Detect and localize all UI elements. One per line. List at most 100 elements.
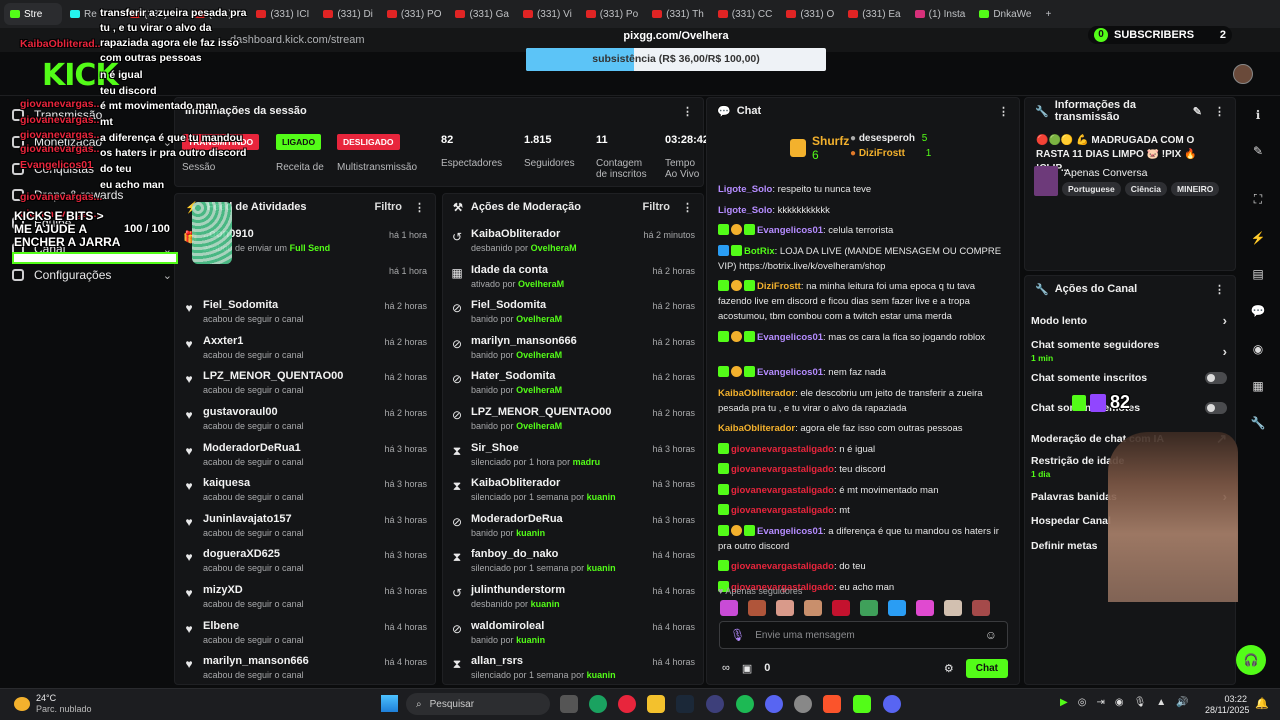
- list-item[interactable]: ⊘ Fiel_Sodomita banido por OvelheraM há 2 h…: [451, 299, 695, 333]
- emote[interactable]: [916, 600, 934, 616]
- brave-icon[interactable]: [823, 695, 841, 713]
- username[interactable]: marilyn_manson666: [203, 655, 309, 667]
- username[interactable]: Sir_Shoe: [471, 442, 600, 454]
- moderator-name[interactable]: OvelheraM: [516, 350, 562, 360]
- list-item[interactable]: ⧗ Sir_Shoe silenciado por 1 hora por madru…: [451, 442, 695, 476]
- channel-action[interactable]: Chat somente inscritos: [1031, 372, 1227, 384]
- chevron-right-icon[interactable]: ›: [1223, 344, 1227, 359]
- chat-username[interactable]: giovanevargastaligado: [731, 505, 834, 516]
- chat-username[interactable]: giovanevargastaligado: [731, 561, 834, 572]
- tab-youtube[interactable]: (331) Vi: [517, 3, 578, 25]
- list-item[interactable]: ♥ dogueraXD625 acabou de seguir o canal há …: [183, 548, 427, 582]
- chat-bubble-icon[interactable]: 💬: [1247, 300, 1269, 322]
- discord-icon[interactable]: [883, 695, 901, 713]
- play-icon[interactable]: ▶: [1060, 697, 1068, 708]
- tab-youtube[interactable]: (331) Ga: [449, 3, 514, 25]
- fullscreen-icon[interactable]: ⛶: [1247, 188, 1269, 210]
- username[interactable]: allan_rsrs: [471, 655, 616, 667]
- broadcast-icon[interactable]: ◉: [1247, 338, 1269, 360]
- info-icon[interactable]: ℹ: [1247, 104, 1269, 126]
- mic-icon[interactable]: 🎙: [1134, 697, 1147, 708]
- list-item[interactable]: ♥ gustavoraul00 acabou de seguir o canal há…: [183, 406, 427, 440]
- category-name[interactable]: Apenas Conversa: [1064, 167, 1147, 179]
- list-item[interactable]: ▦ Idade da conta ativado por OvelheraM há 2…: [451, 264, 695, 298]
- wrench-icon[interactable]: 🔧: [1247, 412, 1269, 434]
- tag[interactable]: Ciência: [1124, 182, 1168, 196]
- username[interactable]: KaibaObliterador: [471, 477, 616, 489]
- username[interactable]: kaiquesa: [203, 477, 304, 489]
- emote[interactable]: [748, 600, 766, 616]
- list-item[interactable]: ♥ Fiel_Sodomita acabou de seguir o canal há…: [183, 299, 427, 333]
- tab-kick[interactable]: Stre: [4, 3, 62, 25]
- moderator-name[interactable]: kuanin: [587, 670, 616, 680]
- menu-icon[interactable]: ⋮: [682, 105, 693, 118]
- chat-username[interactable]: Evangelicos01: [757, 332, 823, 343]
- moderator-name[interactable]: OvelheraM: [516, 421, 562, 431]
- list-item[interactable]: ♥ Elbene acabou de seguir o canal há 4 hora…: [183, 620, 427, 654]
- tab-youtube[interactable]: (331) PO: [381, 3, 448, 25]
- mic-icon[interactable]: 🎙: [730, 628, 745, 642]
- chat-username[interactable]: Evangelicos01: [757, 526, 823, 537]
- help-button[interactable]: 🎧: [1236, 645, 1266, 675]
- filter-button[interactable]: Filtro: [375, 201, 403, 213]
- moderator-name[interactable]: kuanin: [516, 635, 545, 645]
- chat-input[interactable]: 🎙 Envie uma mensagem ☺: [719, 621, 1008, 649]
- chat-send-button[interactable]: Chat: [965, 658, 1008, 678]
- username[interactable]: Idade da conta: [471, 264, 564, 276]
- username[interactable]: fanboy_do_nako: [471, 548, 616, 560]
- menu-icon[interactable]: ⋮: [1214, 105, 1225, 118]
- infinity-icon[interactable]: ∞: [722, 662, 730, 674]
- list-item[interactable]: ⧗ fanboy_do_nako silenciado por 1 semana p…: [451, 548, 695, 582]
- username[interactable]: Fiel_Sodomita: [203, 299, 304, 311]
- username[interactable]: dogueraXD625: [203, 548, 304, 560]
- emote[interactable]: [832, 600, 850, 616]
- list-item[interactable]: ⧗ allan_rsrs silenciado por 1 semana por k…: [451, 655, 695, 684]
- toggle-switch[interactable]: [1205, 372, 1227, 384]
- layout-icon[interactable]: ▦: [1247, 375, 1269, 397]
- username[interactable]: Juninlavajato157: [203, 513, 304, 525]
- emote[interactable]: [944, 600, 962, 616]
- username[interactable]: Axxter1: [203, 335, 304, 347]
- emote[interactable]: [804, 600, 822, 616]
- chat-message[interactable]: KaibaObliterador: agora ele faz isso com…: [718, 421, 1008, 436]
- tag[interactable]: Portuguese: [1062, 182, 1121, 196]
- list-item[interactable]: ♥ LPZ_MENOR_QUENTAO00 acabou de seguir o c…: [183, 370, 427, 404]
- document-icon[interactable]: ▤: [1247, 263, 1269, 285]
- chat-message[interactable]: BotRix: LOJA DA LIVE (MANDE MENSAGEM OU …: [718, 244, 1008, 274]
- tab-instagram[interactable]: (1) Insta: [909, 3, 972, 25]
- menu-icon[interactable]: ⋮: [414, 201, 425, 214]
- username[interactable]: marilyn_manson666: [471, 335, 577, 347]
- filter-button[interactable]: Filtro: [643, 201, 671, 213]
- list-item[interactable]: ⊘ ModeradorDeRua banido por kuanin há 3 hor…: [451, 513, 695, 547]
- points-icon[interactable]: ▣: [742, 662, 752, 675]
- menu-icon[interactable]: ⋮: [1214, 283, 1225, 296]
- moderator-name[interactable]: madru: [573, 457, 601, 467]
- list-item[interactable]: ⊘ Hater_Sodomita banido por OvelheraM há 2 …: [451, 370, 695, 404]
- list-item[interactable]: ↺ julinthunderstorm desbanido por kuanin há…: [451, 584, 695, 618]
- emoji-icon[interactable]: ☺: [985, 628, 997, 642]
- chat-message[interactable]: giovanevargastaligado: teu discord: [718, 462, 1008, 477]
- username[interactable]: ModeradorDeRua1: [203, 442, 304, 454]
- list-item[interactable]: ♥ mizyXD acabou de seguir o canal há 3 hora…: [183, 584, 427, 618]
- moderator-name[interactable]: OvelheraM: [516, 385, 562, 395]
- username[interactable]: KaibaObliterador: [471, 228, 577, 240]
- bolt-icon[interactable]: ⚡: [1247, 227, 1269, 249]
- tab-other[interactable]: DnkaWe: [973, 3, 1037, 25]
- weather-widget[interactable]: 24°C Parc. nublado: [14, 693, 92, 715]
- menu-icon[interactable]: ⋮: [998, 105, 1009, 118]
- tab-youtube[interactable]: (331) Di: [317, 3, 379, 25]
- chat-username[interactable]: KaibaObliterador: [718, 423, 795, 434]
- list-item[interactable]: há 1 hora: [183, 264, 427, 298]
- chat-message[interactable]: KaibaObliterador: ele descobriu um jeito…: [718, 386, 1008, 416]
- list-item[interactable]: ⊘ marilyn_manson666 banido por OvelheraM há…: [451, 335, 695, 369]
- list-item[interactable]: ♥ marilyn_manson666 acabou de seguir o can…: [183, 655, 427, 684]
- chat-username[interactable]: DiziFrostt: [757, 281, 801, 292]
- app-icon[interactable]: [765, 695, 783, 713]
- chat-message[interactable]: Evangelicos01: celula terrorista: [718, 223, 1008, 238]
- moderator-name[interactable]: kuanin: [531, 599, 560, 609]
- volume-icon[interactable]: 🔊: [1176, 697, 1188, 708]
- chat-message[interactable]: Evangelicos01: a diferença é que tu mand…: [718, 524, 1008, 554]
- chat-username[interactable]: Ligote_Solo: [718, 205, 772, 216]
- chrome-icon[interactable]: [589, 695, 607, 713]
- app-icon[interactable]: [706, 695, 724, 713]
